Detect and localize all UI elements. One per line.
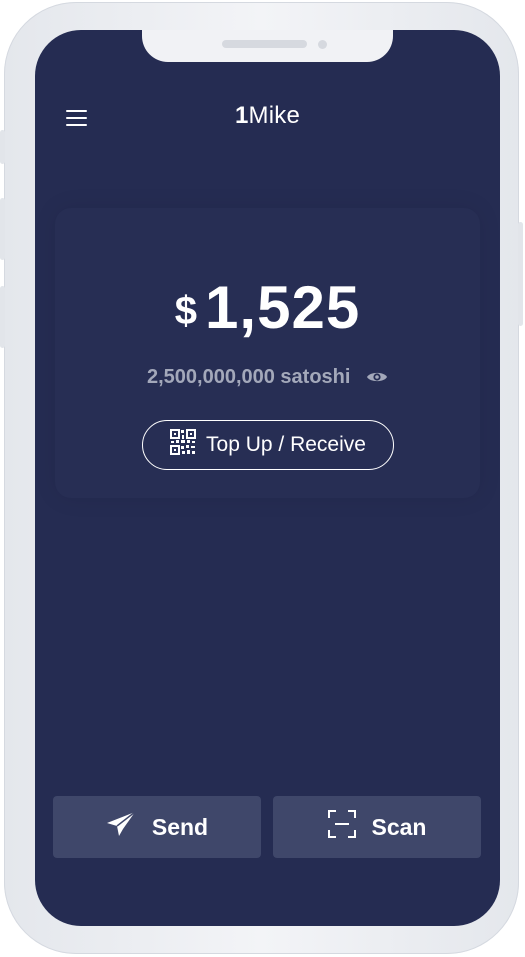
top-up-receive-label: Top Up / Receive — [206, 433, 366, 456]
qr-code-icon — [170, 429, 197, 461]
satoshi-balance: 2,500,000,000 satoshi — [35, 366, 500, 390]
currency-symbol: $ — [174, 289, 198, 333]
volume-up-button — [0, 198, 5, 260]
app-screen: 1Mike $1,525 2,500,000,000 satoshi Top U… — [35, 30, 500, 926]
phone-frame: 1Mike $1,525 2,500,000,000 satoshi Top U… — [0, 2, 523, 954]
satoshi-text: 2,500,000,000 satoshi — [146, 366, 351, 388]
title-prefix: 1 — [234, 102, 249, 129]
scan-label: Scan — [371, 813, 427, 840]
send-button[interactable]: Send — [53, 796, 261, 858]
scan-button[interactable]: Scan — [273, 796, 481, 858]
send-label: Send — [151, 813, 209, 840]
eye-icon[interactable] — [366, 367, 388, 390]
scan-frame-icon — [327, 810, 356, 844]
speaker-grille — [222, 40, 307, 48]
balance-amount: 1,525 — [205, 274, 361, 341]
front-camera — [318, 40, 327, 49]
app-title: 1Mike — [35, 102, 500, 130]
title-name: Mike — [248, 102, 301, 129]
paper-plane-icon — [106, 811, 136, 843]
phone-notch — [142, 30, 393, 62]
balance-display: $1,525 — [35, 278, 500, 338]
top-up-receive-button[interactable]: Top Up / Receive — [142, 420, 394, 470]
volume-down-button — [0, 286, 5, 348]
power-button — [518, 222, 523, 326]
mute-switch — [0, 130, 5, 164]
